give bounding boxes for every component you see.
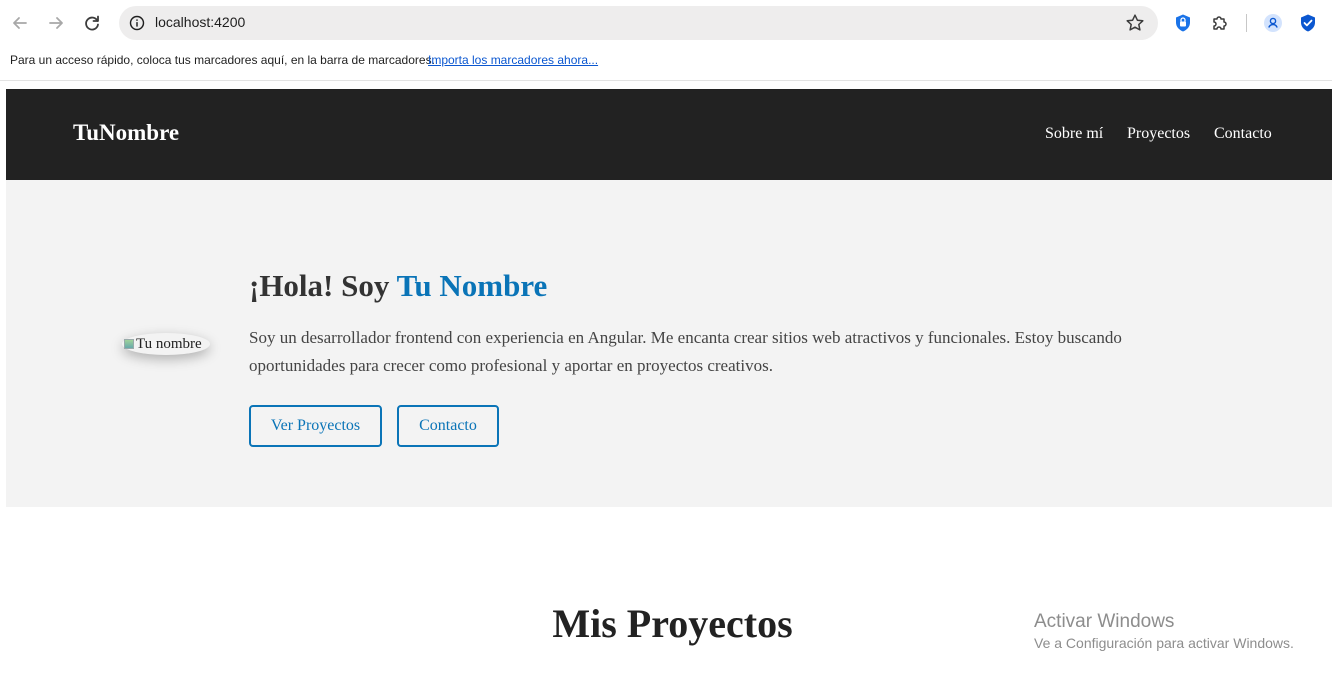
bookmarks-bar: Para un acceso rápido, coloca tus marcad…	[0, 46, 1332, 81]
profile-icon[interactable]	[1262, 12, 1284, 34]
import-bookmarks-link[interactable]: Importa los marcadores ahora...	[428, 53, 598, 67]
shield-extension-icon[interactable]	[1172, 12, 1194, 34]
forward-arrow-icon	[49, 17, 63, 29]
security-shield-icon[interactable]	[1297, 12, 1319, 34]
profile-image: Tu nombre	[122, 333, 210, 355]
browser-toolbar: localhost:4200	[0, 0, 1332, 46]
extensions-puzzle-icon[interactable]	[1209, 12, 1231, 34]
address-bar[interactable]: localhost:4200	[119, 6, 1158, 40]
contacto-button[interactable]: Contacto	[397, 405, 499, 447]
reload-icon	[85, 15, 99, 31]
hero-description: Soy un desarrollador frontend con experi…	[249, 328, 1122, 375]
nav-link-proyectos[interactable]: Proyectos	[1127, 125, 1190, 143]
site-logo[interactable]: TuNombre	[73, 120, 179, 146]
profile-image-alt: Tu nombre	[136, 335, 202, 352]
forward-button[interactable]	[44, 11, 68, 35]
site-header: TuNombre Sobre mí Proyectos Contacto	[6, 89, 1332, 180]
bookmarks-message: Para un acceso rápido, coloca tus marcad…	[10, 53, 435, 67]
watermark-subtitle: Ve a Configuración para activar Windows.	[1034, 635, 1294, 651]
hero-title: ¡Hola! Soy Tu Nombre	[249, 268, 547, 304]
broken-image-icon	[124, 339, 134, 349]
hero-section: Tu nombre ¡Hola! Soy Tu Nombre Soy un de…	[6, 180, 1332, 507]
back-arrow-icon	[13, 17, 27, 29]
reload-button[interactable]	[80, 11, 104, 35]
ver-proyectos-button[interactable]: Ver Proyectos	[249, 405, 382, 447]
hero-title-name: Tu Nombre	[396, 268, 548, 303]
toolbar-separator	[1246, 14, 1247, 32]
site-info-icon[interactable]	[127, 13, 147, 33]
url-text[interactable]: localhost:4200	[155, 14, 245, 30]
windows-activation-watermark: Activar Windows Ve a Configuración para …	[1034, 611, 1294, 651]
watermark-title: Activar Windows	[1034, 611, 1175, 632]
hero-title-prefix: ¡Hola! Soy	[249, 268, 397, 303]
nav-link-sobre-mi[interactable]: Sobre mí	[1045, 125, 1103, 143]
back-button[interactable]	[8, 11, 32, 35]
nav-link-contacto[interactable]: Contacto	[1214, 125, 1272, 143]
bookmark-star-icon[interactable]	[1125, 13, 1145, 33]
